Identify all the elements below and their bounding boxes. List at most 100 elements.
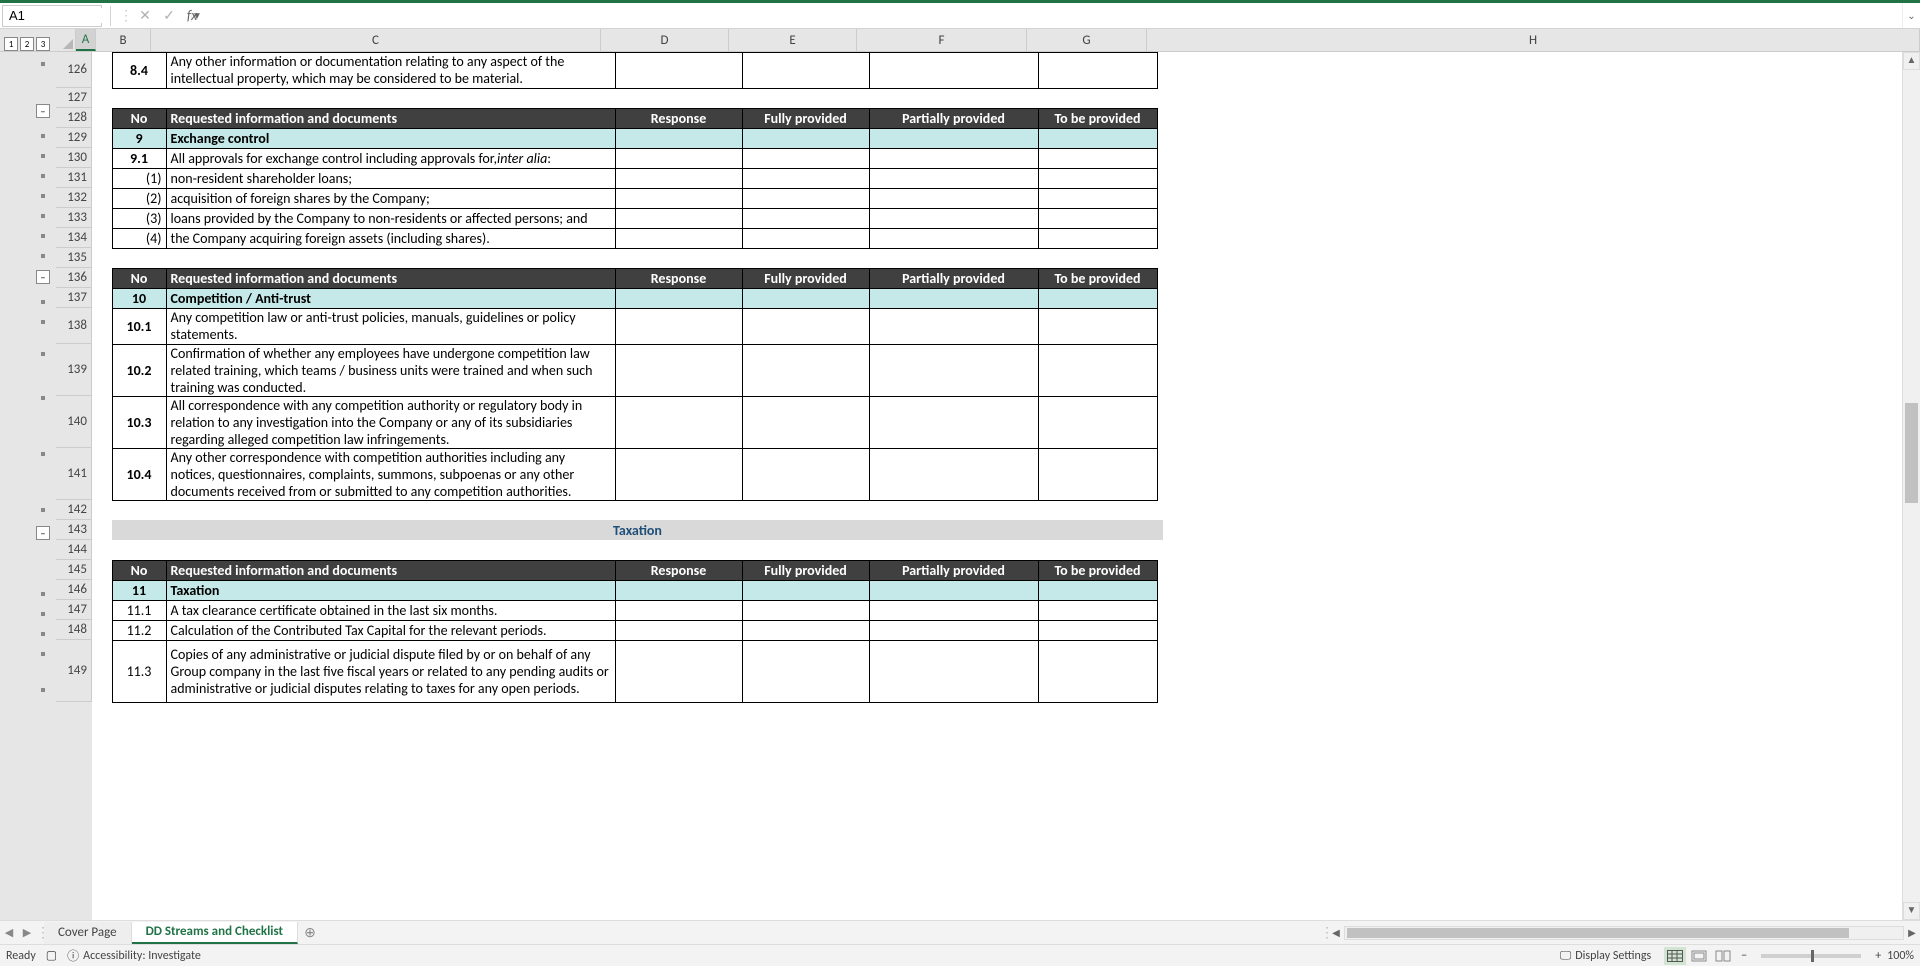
col-C[interactable]: C xyxy=(151,29,601,51)
cell[interactable] xyxy=(742,52,870,89)
accessibility-icon[interactable]: ⓘ xyxy=(67,947,79,964)
col-E[interactable]: E xyxy=(729,29,857,51)
view-normal-icon[interactable] xyxy=(1664,947,1686,965)
hscroll-thumb[interactable] xyxy=(1347,928,1849,938)
row-header[interactable]: 148 xyxy=(56,620,92,640)
row-header[interactable]: 135 xyxy=(56,248,92,268)
outline-collapse-icon[interactable]: − xyxy=(36,526,50,540)
cell-no[interactable]: 10.1 xyxy=(112,308,167,345)
display-settings-icon[interactable]: 🖵 xyxy=(1560,949,1572,963)
cell-no[interactable]: 9.1 xyxy=(112,148,167,169)
cell[interactable] xyxy=(615,52,743,89)
table-header-tobe[interactable]: To be provided xyxy=(1038,108,1158,129)
col-H[interactable]: H xyxy=(1147,29,1920,51)
cell-no[interactable]: 10.2 xyxy=(112,344,167,397)
table-header-req[interactable]: Requested information and documents xyxy=(166,108,616,129)
cell[interactable] xyxy=(1038,128,1158,149)
tab-cover-page[interactable]: Cover Page xyxy=(44,922,132,944)
row-header[interactable]: 129 xyxy=(56,128,92,148)
cell[interactable] xyxy=(615,128,743,149)
outline-level-3[interactable]: 3 xyxy=(36,37,50,51)
tab-nav-prev-icon[interactable]: ◀ xyxy=(0,926,18,939)
cell-text[interactable]: loans provided by the Company to non-res… xyxy=(166,208,616,229)
table-header-tobe[interactable]: To be provided xyxy=(1038,268,1158,289)
cell-text[interactable]: All approvals for exchange control inclu… xyxy=(166,148,616,169)
add-sheet-icon[interactable]: ⊕ xyxy=(298,924,322,941)
row-header[interactable]: 134 xyxy=(56,228,92,248)
table-header-fully[interactable]: Fully provided xyxy=(742,108,870,129)
table-header-tobe[interactable]: To be provided xyxy=(1038,560,1158,581)
row-header[interactable]: 142 xyxy=(56,500,92,520)
section-title[interactable]: Taxation xyxy=(166,580,616,601)
section-no[interactable]: 10 xyxy=(112,288,167,309)
cell[interactable] xyxy=(869,148,1039,169)
cell[interactable] xyxy=(869,128,1039,149)
cell[interactable] xyxy=(1038,148,1158,169)
zoom-in-icon[interactable]: + xyxy=(1875,949,1881,963)
row-header[interactable]: 149 xyxy=(56,640,92,702)
cell-text[interactable]: the Company acquiring foreign assets (in… xyxy=(166,228,616,249)
col-D[interactable]: D xyxy=(601,29,729,51)
row-header[interactable]: 126 xyxy=(56,52,92,88)
cell[interactable] xyxy=(742,148,870,169)
view-page-layout-icon[interactable] xyxy=(1688,947,1710,965)
cell-text[interactable]: A tax clearance certificate obtained in … xyxy=(166,600,616,621)
taxation-band[interactable]: Taxation xyxy=(112,520,1163,540)
vertical-scrollbar[interactable]: ▲ ▼ xyxy=(1902,52,1920,920)
outline-level-1[interactable]: 1 xyxy=(4,37,18,51)
row-header[interactable]: 143 xyxy=(56,520,92,540)
cell-no[interactable]: 11.1 xyxy=(112,600,167,621)
table-header-no[interactable]: No xyxy=(112,560,167,581)
table-header-partially[interactable]: Partially provided xyxy=(869,108,1039,129)
cell[interactable] xyxy=(869,52,1039,89)
select-all-triangle[interactable] xyxy=(56,29,76,51)
view-page-break-icon[interactable] xyxy=(1712,947,1734,965)
row-header[interactable]: 139 xyxy=(56,344,92,396)
cell-no[interactable]: 11.2 xyxy=(112,620,167,641)
row-header[interactable]: 127 xyxy=(56,88,92,108)
tab-dd-streams[interactable]: DD Streams and Checklist xyxy=(132,922,298,944)
scroll-left-icon[interactable]: ◀ xyxy=(1328,926,1344,939)
outline-level-2[interactable]: 2 xyxy=(20,37,34,51)
table-header-no[interactable]: No xyxy=(112,268,167,289)
cell-text[interactable]: non-resident shareholder loans; xyxy=(166,168,616,189)
col-G[interactable]: G xyxy=(1027,29,1147,51)
row-header[interactable]: 132 xyxy=(56,188,92,208)
status-display-settings[interactable]: Display Settings xyxy=(1575,949,1651,963)
row-header[interactable]: 141 xyxy=(56,448,92,500)
col-A[interactable]: A xyxy=(76,29,96,51)
cell[interactable] xyxy=(1038,52,1158,89)
row-header[interactable]: 147 xyxy=(56,600,92,620)
scroll-down-icon[interactable]: ▼ xyxy=(1903,902,1920,920)
cell-text[interactable]: Any competition law or anti-trust polici… xyxy=(166,308,616,345)
section-no[interactable]: 11 xyxy=(112,580,167,601)
section-no[interactable]: 9 xyxy=(112,128,167,149)
zoom-out-icon[interactable]: − xyxy=(1741,949,1747,963)
cell-text[interactable]: acquisition of foreign shares by the Com… xyxy=(166,188,616,209)
row-header[interactable]: 131 xyxy=(56,168,92,188)
formula-input[interactable] xyxy=(203,5,1902,27)
cell-no[interactable]: 10.3 xyxy=(112,396,167,449)
row-header[interactable]: 145 xyxy=(56,560,92,580)
cell-subno[interactable]: (1) xyxy=(112,168,167,189)
section-title[interactable]: Exchange control xyxy=(166,128,616,149)
zoom-level[interactable]: 100% xyxy=(1887,949,1914,963)
cells[interactable]: 8.4 Any other information or documentati… xyxy=(92,52,1902,920)
cell-text[interactable]: Any other information or documentation r… xyxy=(166,52,616,89)
row-header[interactable]: 140 xyxy=(56,396,92,448)
cell-text[interactable]: Confirmation of whether any employees ha… xyxy=(166,344,616,397)
table-header-partially[interactable]: Partially provided xyxy=(869,268,1039,289)
expand-formula-bar-icon[interactable]: ⌄ xyxy=(1902,3,1920,28)
table-header-resp[interactable]: Response xyxy=(615,560,743,581)
row-header[interactable]: 137 xyxy=(56,288,92,308)
table-header-resp[interactable]: Response xyxy=(615,108,743,129)
table-header-req[interactable]: Requested information and documents xyxy=(166,560,616,581)
zoom-slider[interactable] xyxy=(1761,954,1861,958)
cell-text[interactable]: All correspondence with any competition … xyxy=(166,396,616,449)
table-header-resp[interactable]: Response xyxy=(615,268,743,289)
row-header[interactable]: 133 xyxy=(56,208,92,228)
table-header-fully[interactable]: Fully provided xyxy=(742,560,870,581)
row-header[interactable]: 130 xyxy=(56,148,92,168)
cell-no[interactable]: 8.4 xyxy=(112,52,167,89)
row-header[interactable]: 144 xyxy=(56,540,92,560)
